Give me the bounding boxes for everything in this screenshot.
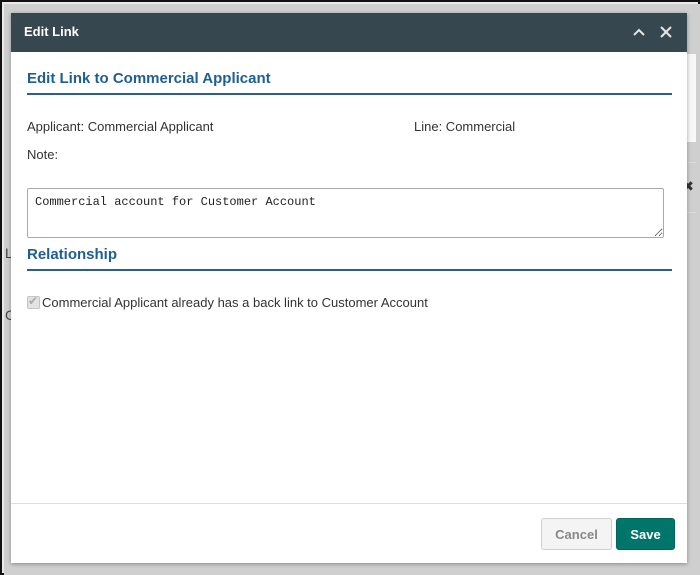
backlink-checkbox-label: Commercial Applicant already has a back … xyxy=(42,294,428,310)
line-text: Line: Commercial xyxy=(414,119,516,134)
note-label: Note: xyxy=(27,147,59,162)
section-title-edit-link: Edit Link to Commercial Applicant xyxy=(27,70,672,95)
section-title-relationship: Relationship xyxy=(27,246,672,271)
checkmark-icon: ✔ xyxy=(28,293,39,308)
edit-link-dialog: Edit Link Edit Link to Commercial Applic… xyxy=(11,13,687,563)
cancel-button[interactable]: Cancel xyxy=(541,518,612,550)
applicant-text: Applicant: Commercial Applicant xyxy=(27,119,214,134)
backlink-checkbox-row: ✔ Commercial Applicant already has a bac… xyxy=(27,294,428,310)
note-textarea[interactable]: Commercial account for Customer Account xyxy=(27,188,664,238)
backlink-checkbox[interactable]: ✔ xyxy=(27,293,40,309)
dialog-header: Edit Link xyxy=(11,13,687,52)
footer-divider xyxy=(11,503,687,504)
chevron-up-icon[interactable] xyxy=(630,22,648,42)
dialog-title: Edit Link xyxy=(24,24,79,39)
close-icon[interactable] xyxy=(657,22,675,42)
save-button[interactable]: Save xyxy=(616,518,675,550)
